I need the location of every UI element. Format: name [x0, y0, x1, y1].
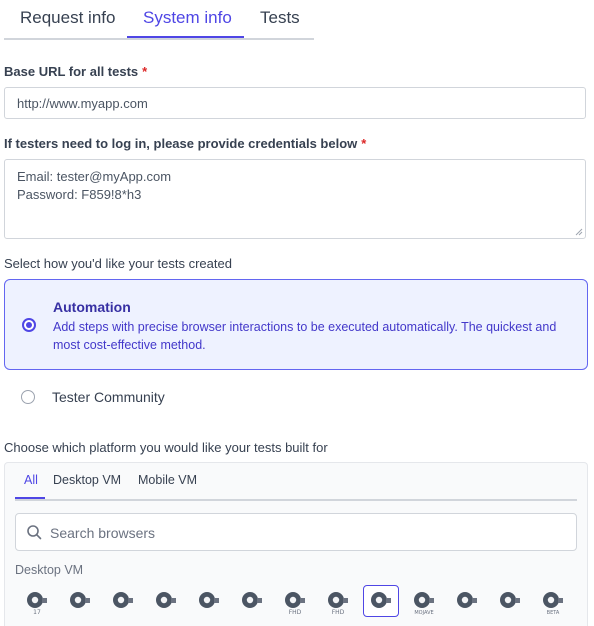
platform-active-indicator: [15, 497, 45, 499]
browser-option[interactable]: FHD: [277, 585, 313, 617]
platform-tab-desktop-vm[interactable]: Desktop VM: [53, 473, 121, 487]
browser-badge: MOJAVE: [414, 610, 433, 615]
credentials-line-email: Email: tester@myApp.com: [17, 169, 172, 184]
top-tabs: Request info System info Tests: [4, 0, 314, 40]
browser-option[interactable]: BETA: [535, 585, 571, 617]
credentials-line-password: Password: F859!8*h3: [17, 187, 142, 202]
required-mark: *: [142, 64, 148, 79]
browser-icon-row: 17 FHD FHD MOJAVE BETA: [19, 585, 579, 625]
edge-windows-icon: [457, 592, 477, 608]
browser-search: [15, 513, 577, 552]
platform-label: Choose which platform you would like you…: [4, 440, 328, 455]
credentials-textarea[interactable]: Email: tester@myApp.com Password: F859!8…: [4, 159, 586, 239]
safari-mojave-icon: MOJAVE: [414, 592, 434, 615]
browser-option[interactable]: [363, 585, 399, 617]
chrome-windows-icon: [156, 592, 176, 608]
tester-community-label[interactable]: Tester Community: [52, 389, 165, 405]
active-tab-indicator: [127, 36, 244, 38]
platform-panel: All Desktop VM Mobile VM Desktop VM 17 FH…: [4, 462, 588, 626]
safari-17-icon: 17: [27, 592, 47, 615]
tab-tests[interactable]: Tests: [260, 8, 300, 28]
tester-community-radio[interactable]: [21, 390, 35, 404]
browser-option[interactable]: [105, 585, 141, 617]
search-icon: [27, 525, 42, 540]
brave-windows-icon: [500, 592, 520, 608]
credentials-label: If testers need to log in, please provid…: [4, 136, 367, 151]
chrome-fhd-icon: FHD: [328, 592, 348, 615]
browser-option[interactable]: [191, 585, 227, 617]
edge-fhd-icon: FHD: [285, 592, 305, 615]
browser-option[interactable]: [148, 585, 184, 617]
section-desktop-vm-label: Desktop VM: [15, 563, 84, 577]
browser-option[interactable]: [234, 585, 270, 617]
chrome-windows-icon: [113, 592, 133, 608]
tab-request-info[interactable]: Request info: [20, 8, 115, 28]
browser-option[interactable]: FHD: [320, 585, 356, 617]
automation-title: Automation: [53, 299, 131, 315]
chrome-beta-icon: BETA: [543, 592, 563, 615]
base-url-input[interactable]: http://www.myapp.com: [4, 87, 586, 119]
platform-tabs: All Desktop VM Mobile VM: [15, 473, 577, 501]
creation-method-label: Select how you'd like your tests created: [4, 256, 232, 271]
browser-option[interactable]: [449, 585, 485, 617]
tab-system-info[interactable]: System info: [143, 8, 232, 28]
browser-option[interactable]: [492, 585, 528, 617]
automation-radio[interactable]: [22, 318, 36, 332]
browser-option[interactable]: MOJAVE: [406, 585, 442, 617]
option-automation[interactable]: Automation Add steps with precise browse…: [4, 279, 588, 370]
edge-windows-icon: [70, 592, 90, 608]
platform-tab-all[interactable]: All: [24, 473, 38, 487]
edge-windows-icon: [242, 592, 262, 608]
browser-badge: FHD: [289, 609, 302, 615]
required-mark: *: [361, 136, 367, 151]
platform-tab-mobile-vm[interactable]: Mobile VM: [138, 473, 197, 487]
automation-description: Add steps with precise browser interacti…: [53, 320, 557, 352]
resize-grip-icon[interactable]: [575, 228, 583, 236]
browser-option[interactable]: 17: [19, 585, 55, 617]
browser-option[interactable]: [62, 585, 98, 617]
browser-badge: 17: [33, 609, 41, 615]
browser-badge: BETA: [547, 610, 560, 615]
browser-search-input[interactable]: [48, 514, 572, 552]
safari-mac-icon: [371, 592, 391, 608]
browser-badge: FHD: [332, 609, 345, 615]
base-url-label: Base URL for all tests *: [4, 64, 148, 79]
chrome-windows-icon: [199, 592, 219, 608]
